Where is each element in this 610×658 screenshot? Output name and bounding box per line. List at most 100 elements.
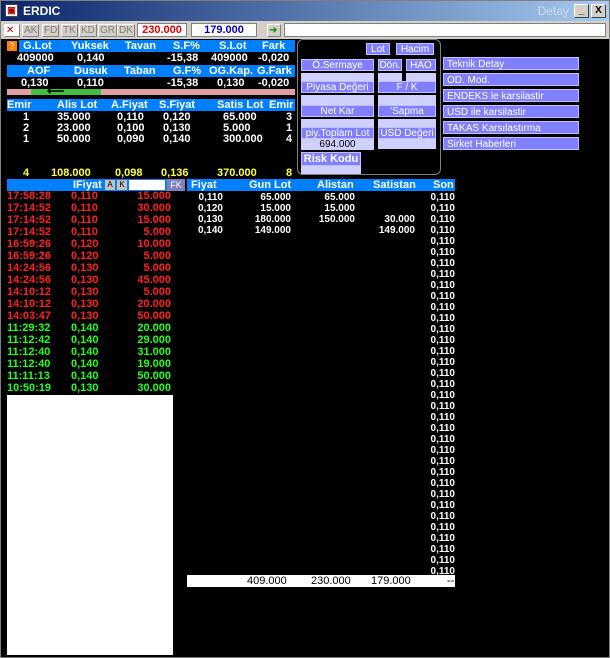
fk-button[interactable]: F / K <box>378 81 436 93</box>
toolbar-dk-button[interactable]: DK <box>117 24 135 37</box>
table-row: 14:03:47 0,130 50.000 <box>7 311 173 322</box>
summary-cell: 0,130 <box>197 214 223 225</box>
table-row: 17:14:52 0,110 5.000 <box>7 227 173 238</box>
toolbar-kd-button[interactable]: KD <box>79 24 97 37</box>
table-row: 16:59:26 0,120 5.000 <box>7 251 173 262</box>
trades-filter-input[interactable] <box>129 180 165 190</box>
arrow-right-icon[interactable]: ➔ <box>267 24 281 37</box>
col-sf-pct: S.F% <box>173 40 200 52</box>
toolbar-field-1[interactable]: 230.000 <box>137 23 187 37</box>
total-emir-buy: 4 <box>23 167 30 179</box>
toolbar-gr-button[interactable]: GR <box>98 24 117 37</box>
summary-col-fiyat: Fiyat <box>191 179 217 191</box>
son-value: 0,110 <box>430 302 455 313</box>
summary-cell: 65.000 <box>324 192 355 203</box>
hacim-button[interactable]: Hacim <box>396 43 434 55</box>
toolbar-tk-button[interactable]: TK <box>61 24 78 37</box>
col-g-fark: G.Fark <box>257 65 292 77</box>
s-lot-value: 409000 <box>211 52 248 64</box>
total-satis-lot: 370.000 <box>217 167 257 179</box>
trade-price: 0,110 <box>71 190 98 202</box>
son-value: 0,110 <box>430 478 455 489</box>
summary-cell: 149.000 <box>378 225 415 236</box>
right-menu-item[interactable]: USD ile karsilastir <box>443 105 579 118</box>
trade-lot: 31.000 <box>137 346 171 358</box>
info-panel: Lot Hacim Ö.Sermaye Dön. HAO Piyasa Değe… <box>297 39 441 175</box>
depth-cell: 50.000 <box>57 133 91 145</box>
col-alis-lot: Alis Lot <box>57 99 98 111</box>
piyasa-degeri-value <box>301 95 374 105</box>
right-menu-item[interactable]: Sirket Haberleri <box>443 137 579 150</box>
range-pointer-icon: ⟵ <box>47 84 65 98</box>
hao-button[interactable]: HAO <box>406 59 436 71</box>
yuksek-value: 0,140 <box>77 52 105 64</box>
net-kar-button[interactable]: Net Kar <box>301 105 374 117</box>
col-taban: Taban <box>124 65 156 77</box>
trade-time: 11:29:32 <box>7 322 51 334</box>
piyasa-degeri-button[interactable]: Piyasa Değeri <box>301 81 374 93</box>
son-value: 0,110 <box>430 357 455 368</box>
right-menu-item[interactable]: OD. Mod. <box>443 73 579 86</box>
trade-time: 17:14:52 <box>7 214 52 226</box>
trade-price: 0,140 <box>71 334 99 346</box>
summary-cell: 0,140 <box>197 225 223 236</box>
trade-price: 0,140 <box>71 322 99 334</box>
trade-time: 14:24:56 <box>7 274 52 286</box>
piy-toplam-lot-button[interactable]: piy.Toplam Lot <box>301 127 374 139</box>
don-button[interactable]: Dön. <box>378 59 402 71</box>
dusuk-value: 0,110 <box>77 77 104 89</box>
usd-degeri-button[interactable]: USD Değeri <box>378 127 436 139</box>
toolbar-input[interactable] <box>284 23 606 37</box>
window-title: ERDIC <box>23 4 61 18</box>
g-lot-value: 409000 <box>17 52 54 64</box>
quote-header-row-1 <box>19 40 295 52</box>
window: ▣ ERDIC Detay _ X ✕ AK FD TK KD GR DK 23… <box>0 0 610 658</box>
right-menu-item[interactable]: TAKAS Karsılastırma <box>443 121 579 134</box>
trade-price: 0,130 <box>71 310 99 322</box>
summary-cell: 149.000 <box>254 225 291 236</box>
app-icon: ▣ <box>5 4 18 17</box>
title-bar[interactable]: ▣ ERDIC Detay _ X <box>1 1 609 21</box>
trade-price: 0,120 <box>71 238 99 250</box>
help-icon[interactable]: ? <box>7 41 17 51</box>
trade-lot: 5.000 <box>143 250 171 262</box>
og-kap-value: 0,130 <box>217 77 245 89</box>
table-row: 16:59:26 0,120 10.000 <box>7 239 173 250</box>
son-value: 0,110 <box>430 313 455 324</box>
trades-a-button[interactable]: A <box>105 180 115 190</box>
table-row: 11:12:40 0,140 19.000 <box>7 359 173 370</box>
table-row: 14:24:56 0,130 5.000 <box>7 263 173 274</box>
son-value: 0,110 <box>430 258 455 269</box>
sapma-button[interactable]: 'Sapma <box>378 105 436 117</box>
depth-cell: 0,140 <box>163 133 191 145</box>
summary-cell: 15.000 <box>324 203 355 214</box>
table-row: 11:29:32 0,140 20.000 <box>7 323 173 334</box>
right-menu-item[interactable]: Teknik Detay <box>443 57 579 70</box>
toolbar-ak-button[interactable]: AK <box>22 24 40 37</box>
son-value: 0,110 <box>430 214 455 225</box>
close-button[interactable]: X <box>591 4 606 18</box>
trade-price: 0,120 <box>71 250 99 262</box>
toolbar-fd-button[interactable]: FD <box>42 24 60 37</box>
trade-time: 11:12:40 <box>7 346 51 358</box>
col-s-fiyat: S.Fiyat <box>159 99 196 111</box>
trade-lot: 30.000 <box>137 382 171 394</box>
toolbar-field-2[interactable]: 179.000 <box>191 23 257 37</box>
risk-kodu-button[interactable]: Risk Kodu <box>301 152 361 166</box>
son-value: 0,110 <box>430 489 455 500</box>
summary-col-gun-lot: Gun Lot <box>249 179 292 191</box>
son-value: 0,110 <box>430 555 455 566</box>
trade-time: 14:10:12 <box>7 298 52 310</box>
fk-value <box>378 95 436 105</box>
right-menu-item[interactable]: ENDEKS le karsilastir <box>443 89 579 102</box>
lot-button[interactable]: Lot <box>366 43 390 55</box>
trade-price: 0,140 <box>71 358 99 370</box>
table-row: 14:24:56 0,130 45.000 <box>7 275 173 286</box>
table-row: 17:14:52 0,110 15.000 <box>7 215 173 226</box>
minimize-button[interactable]: _ <box>574 4 589 18</box>
close-small-icon[interactable]: ✕ <box>4 24 20 37</box>
trades-k-button[interactable]: K <box>117 180 127 190</box>
col-emir-sell: Emir <box>269 99 294 111</box>
son-value: 0,110 <box>430 324 455 335</box>
osermaye-button[interactable]: Ö.Sermaye <box>301 59 374 71</box>
